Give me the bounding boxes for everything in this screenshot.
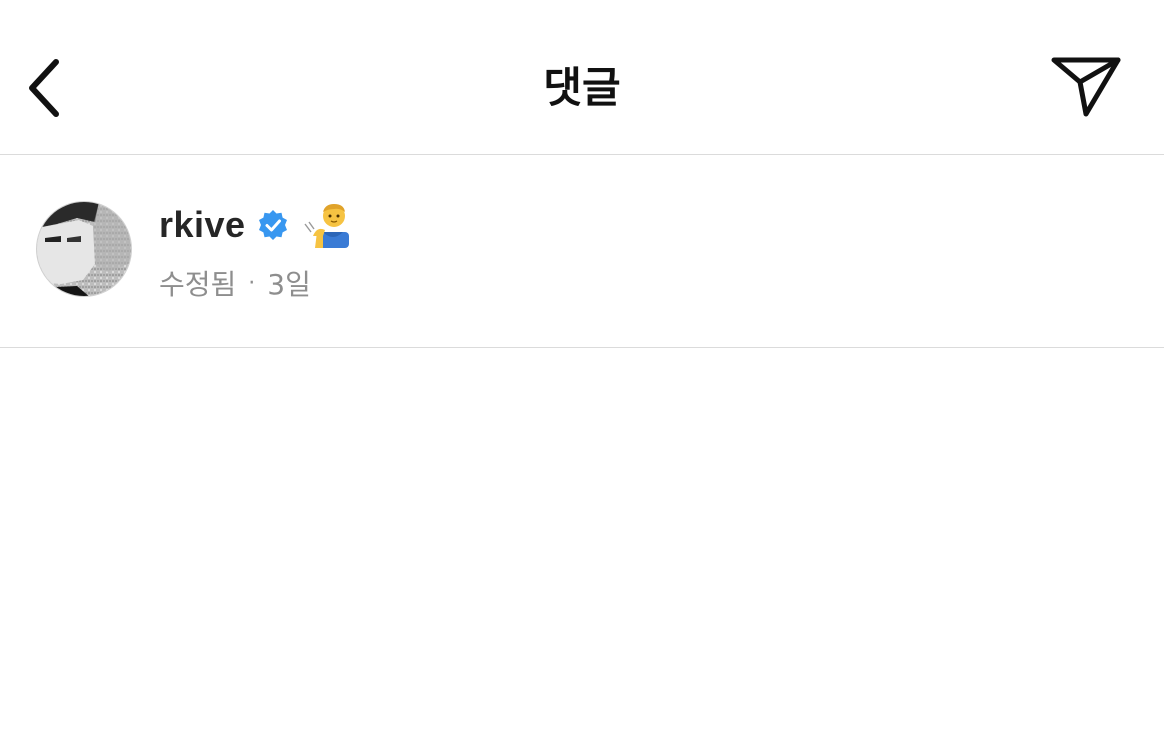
paper-plane-icon xyxy=(1051,57,1121,117)
comment-item: rkive 수정됨 · 3일 xyxy=(0,155,1164,348)
comment-meta: 수정됨 · 3일 xyxy=(159,263,311,303)
meta-separator: · xyxy=(248,270,256,296)
header-bar: 댓글 xyxy=(0,0,1164,155)
comment-header: rkive xyxy=(159,200,349,250)
back-button[interactable] xyxy=(14,50,74,126)
timestamp: 3일 xyxy=(267,268,311,301)
username[interactable]: rkive xyxy=(159,204,246,246)
chevron-left-icon xyxy=(29,59,59,117)
verified-badge-icon xyxy=(258,210,287,240)
avatar-image xyxy=(37,202,131,296)
avatar[interactable] xyxy=(36,201,132,297)
edited-label: 수정됨 xyxy=(159,268,237,301)
share-button[interactable] xyxy=(1046,50,1126,126)
man-tipping-hand-emoji xyxy=(304,204,349,248)
page-title: 댓글 xyxy=(543,63,621,112)
